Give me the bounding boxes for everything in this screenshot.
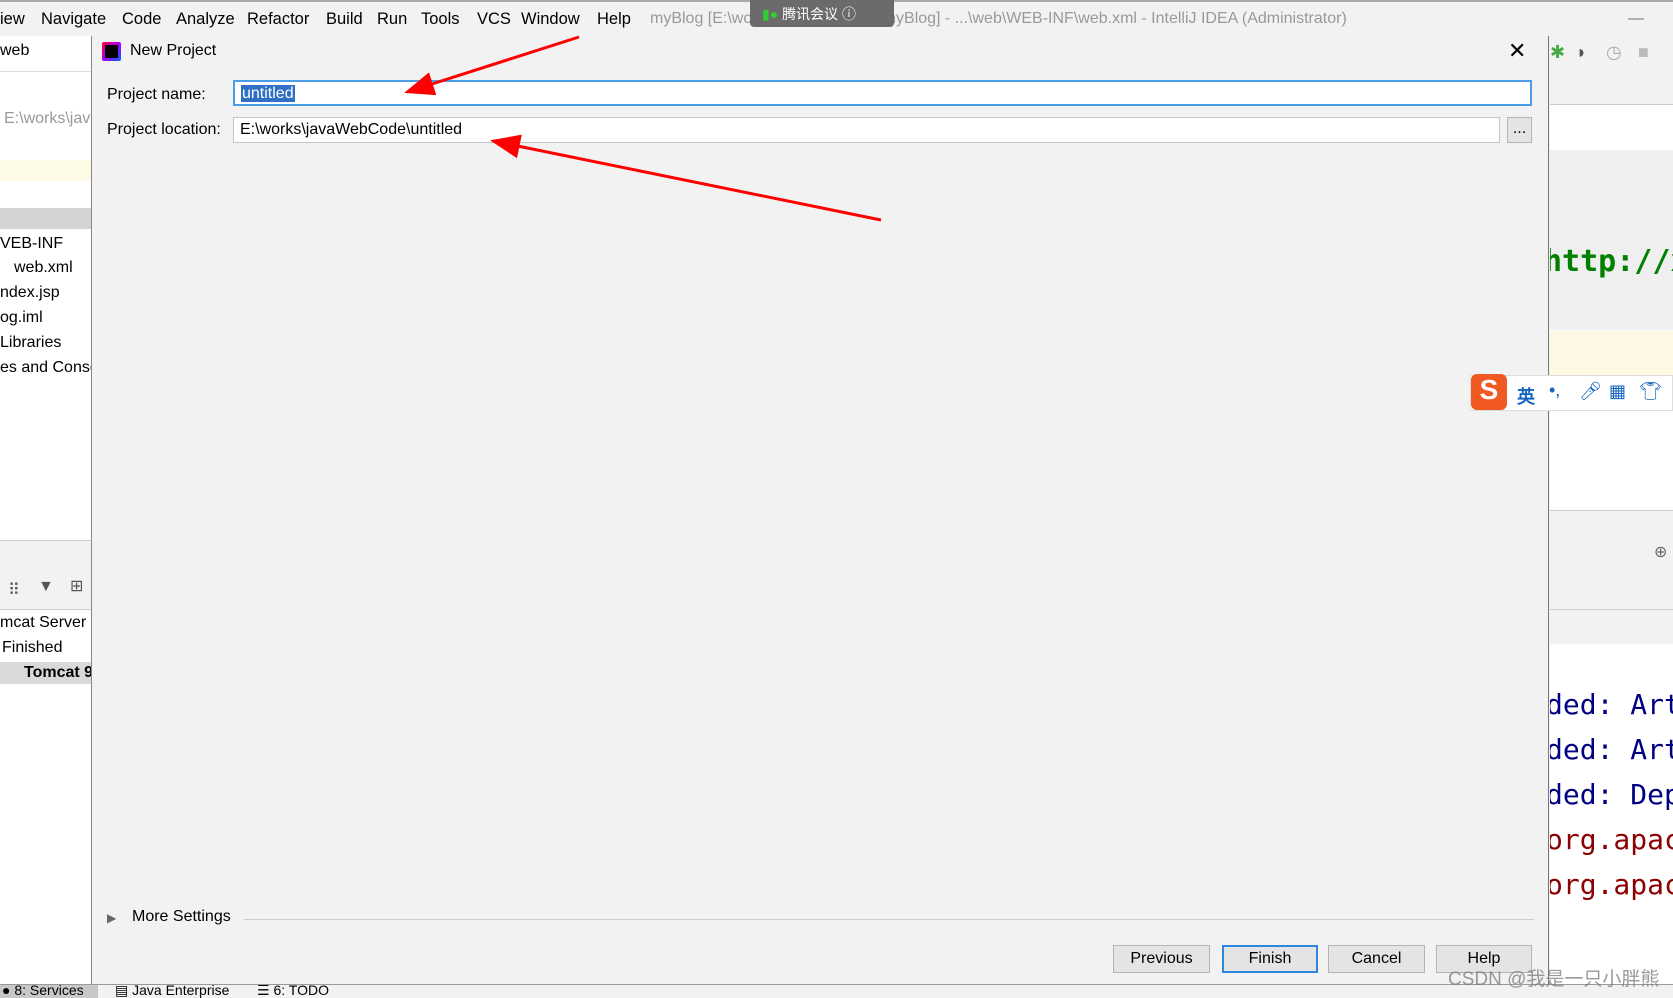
arrow-to-location [490,134,882,222]
annotation-arrows [404,35,882,222]
arrow-to-name [404,35,580,96]
